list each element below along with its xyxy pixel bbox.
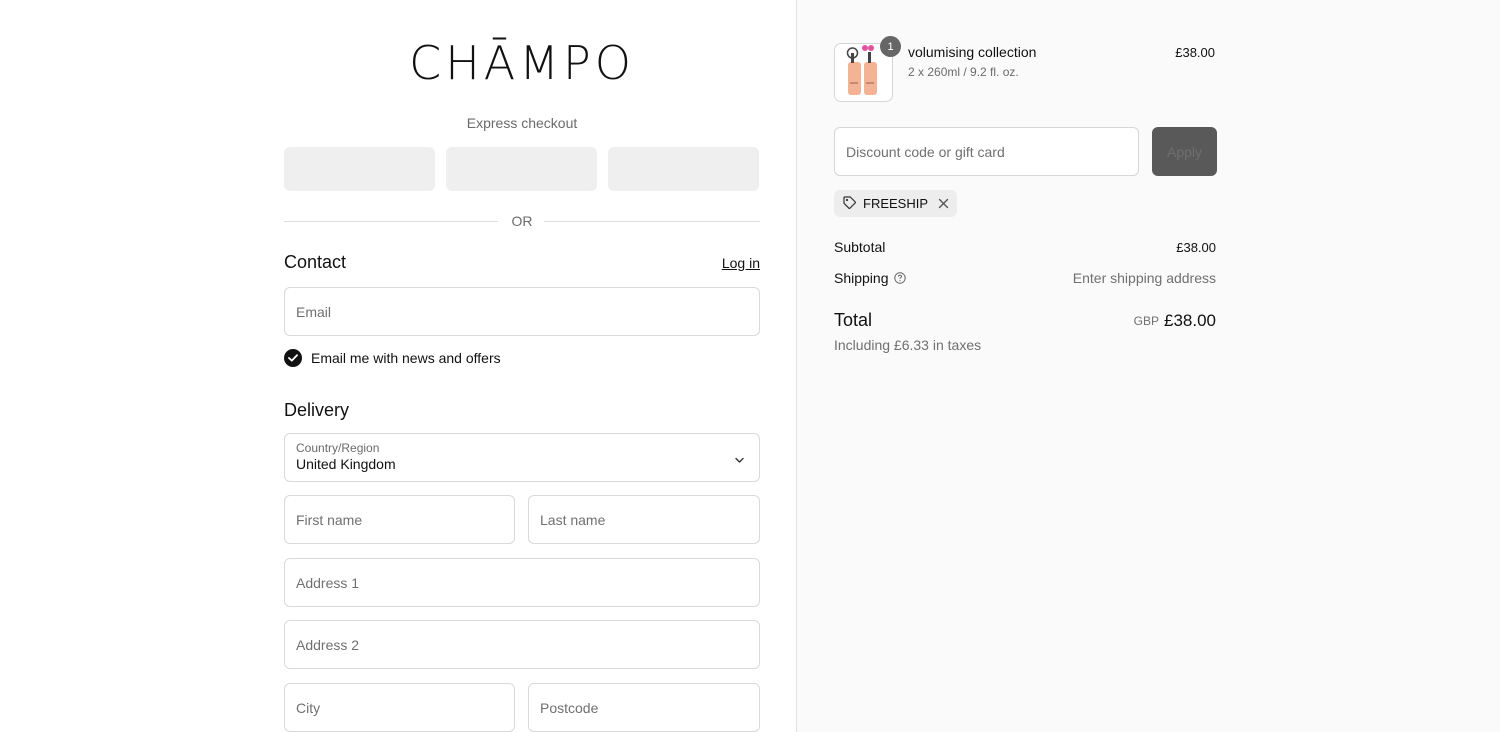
first-name-placeholder: First name <box>296 511 363 528</box>
subtotal-label: Subtotal <box>834 239 886 255</box>
brand-logo[interactable]: CHĀMPO <box>284 36 760 90</box>
product-name: volumising collection <box>908 44 1037 60</box>
or-divider: OR <box>284 212 760 232</box>
applied-discount-chip: FREESHIP <box>834 190 958 217</box>
shipping-value: Enter shipping address <box>1072 270 1216 286</box>
city-placeholder: City <box>296 699 321 716</box>
marketing-opt-in[interactable]: Email me with news and offers <box>284 349 501 367</box>
total-value: £38.00 <box>1164 311 1216 330</box>
remove-discount-close-icon[interactable] <box>938 198 949 209</box>
address1-field[interactable]: Address 1 <box>284 558 760 607</box>
address1-placeholder: Address 1 <box>296 574 360 591</box>
last-name-field[interactable]: Last name <box>528 495 760 544</box>
discount-code-placeholder: Discount code or gift card <box>846 143 1005 160</box>
marketing-opt-in-label: Email me with news and offers <box>311 350 501 366</box>
shipping-label: Shipping <box>834 270 889 286</box>
total-currency: GBP <box>1133 314 1159 328</box>
chevron-down-icon <box>734 451 745 469</box>
product-price: £38.00 <box>1175 45 1215 60</box>
last-name-placeholder: Last name <box>540 511 606 528</box>
express-checkout-title: Express checkout <box>466 115 578 131</box>
applied-discount-code: FREESHIP <box>863 196 929 211</box>
divider-line-right <box>544 221 760 222</box>
country-select-value: United Kingdom <box>296 456 396 472</box>
address2-placeholder: Address 2 <box>296 636 360 653</box>
first-name-field[interactable]: First name <box>284 495 515 544</box>
checkmark-icon[interactable] <box>284 349 302 367</box>
total-label: Total <box>834 310 873 330</box>
delivery-heading: Delivery <box>284 400 350 420</box>
checkout-form-panel: CHĀMPO Express checkout OR Contact Log i… <box>0 0 796 732</box>
express-pay-button-2[interactable] <box>446 147 597 191</box>
postcode-placeholder: Postcode <box>540 699 599 716</box>
city-field[interactable]: City <box>284 683 515 732</box>
login-link[interactable]: Log in <box>722 255 760 271</box>
shipping-row-label: Shipping <box>834 270 906 287</box>
discount-code-input[interactable]: Discount code or gift card <box>834 127 1139 176</box>
email-field[interactable]: Email <box>284 287 760 336</box>
contact-heading: Contact <box>284 252 347 272</box>
express-pay-button-1[interactable] <box>284 147 435 191</box>
express-pay-button-3[interactable] <box>608 147 759 191</box>
quantity-badge: 1 <box>880 36 901 57</box>
tag-icon <box>842 195 857 213</box>
country-select-label: Country/Region <box>296 441 380 455</box>
address2-field[interactable]: Address 2 <box>284 620 760 669</box>
help-icon[interactable] <box>893 271 906 287</box>
postcode-field[interactable]: Postcode <box>528 683 760 732</box>
product-variant: 2 x 260ml / 9.2 fl. oz. <box>908 65 1019 79</box>
order-summary-panel: 1 volumising collection 2 x 260ml / 9.2 … <box>796 0 1500 732</box>
country-select[interactable]: Country/Region United Kingdom <box>284 433 760 482</box>
subtotal-value: £38.00 <box>1176 240 1216 255</box>
apply-discount-button[interactable]: Apply <box>1152 127 1217 176</box>
email-placeholder: Email <box>296 303 332 320</box>
tax-note: Including £6.33 in taxes <box>834 337 982 353</box>
